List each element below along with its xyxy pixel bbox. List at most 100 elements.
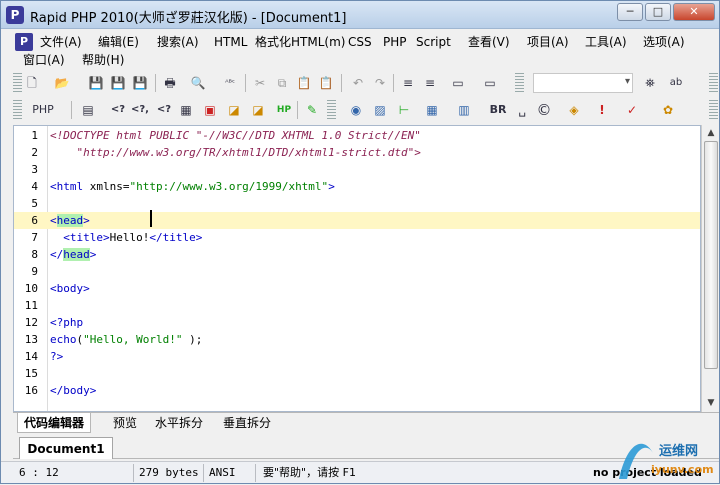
code-line[interactable]: 13 echo("Hello, World!" ); — [14, 331, 700, 348]
spellcheck-icon[interactable]: ᴬᴮᶜ — [221, 74, 239, 92]
code-line[interactable]: 8 </head> — [14, 246, 700, 263]
menu-format-html[interactable]: 格式化HTML(m) — [255, 33, 345, 51]
code-text: </head> — [50, 246, 96, 263]
hp-icon[interactable]: HP — [275, 101, 293, 119]
line-number: 6 — [31, 214, 38, 227]
php-tag-icon[interactable]: <?= — [155, 101, 173, 133]
tab-preview[interactable]: 预览 — [107, 413, 143, 433]
indent-icon[interactable]: ≡ — [399, 74, 417, 92]
image-tag-icon[interactable]: ▣ — [201, 101, 219, 119]
undo-icon[interactable]: ↶ — [349, 74, 367, 92]
preview-icon[interactable]: 🔍 — [189, 74, 207, 92]
minimize-button[interactable]: ─ — [617, 3, 643, 21]
close-button[interactable]: ✕ — [673, 3, 715, 21]
cut-icon[interactable]: ✂ — [251, 74, 269, 92]
code-line[interactable]: 1 <!DOCTYPE html PUBLIC "-//W3C//DTD XHTM… — [14, 127, 700, 144]
title-bar[interactable]: P Rapid PHP 2010(大师ざ罗莊汉化版) - [Document1]… — [1, 1, 719, 29]
short-echo-icon[interactable]: <?, — [131, 101, 149, 119]
redo-icon[interactable]: ↷ — [371, 74, 389, 92]
echo-tag-icon[interactable]: <? — [109, 101, 127, 119]
save-all-icon[interactable]: 💾 — [109, 74, 127, 92]
menu-view[interactable]: 查看(V) — [468, 33, 510, 51]
code-line[interactable]: 10 <body> — [14, 280, 700, 297]
menu-help[interactable]: 帮助(H) — [82, 51, 124, 69]
link-icon[interactable]: ◪ — [225, 101, 243, 119]
code-line[interactable]: 14 ?> — [14, 348, 700, 365]
menu-html[interactable]: HTML — [214, 33, 247, 51]
validate-icon[interactable]: ✎ — [303, 101, 321, 119]
menu-css[interactable]: CSS — [348, 33, 372, 51]
tab-code-editor[interactable]: 代码编辑器 — [17, 413, 92, 433]
save-as-icon[interactable]: 💾 — [131, 74, 149, 92]
scroll-up-icon[interactable]: ▲ — [705, 127, 717, 139]
menu-script[interactable]: Script — [416, 33, 451, 51]
scroll-down-icon[interactable]: ▼ — [705, 397, 717, 409]
binoculars-icon[interactable]: ⛯ — [641, 74, 659, 92]
toolbar-grip[interactable] — [327, 100, 336, 120]
alert-icon[interactable]: ! — [593, 101, 611, 119]
menu-search[interactable]: 搜索(A) — [157, 33, 199, 51]
code-line[interactable]: 11 — [14, 297, 700, 314]
print-icon[interactable]: 🖶 — [161, 74, 179, 92]
paint-icon[interactable]: ✿ — [659, 101, 677, 119]
tab-vertical-split[interactable]: 垂直拆分 — [217, 413, 277, 433]
code-line[interactable]: 3 — [14, 161, 700, 178]
layout-icon[interactable]: ▭ — [481, 74, 499, 92]
outdent-icon[interactable]: ≡ — [421, 74, 439, 92]
code-line[interactable]: 15 — [14, 365, 700, 382]
code-line[interactable]: 6 <head> — [14, 212, 700, 229]
vertical-scrollbar[interactable]: ▲ ▼ — [701, 125, 719, 412]
code-editor[interactable]: 1 <!DOCTYPE html PUBLIC "-//W3C//DTD XHTM… — [13, 125, 701, 412]
search-combo[interactable] — [533, 73, 633, 93]
open-folder-icon[interactable]: 📂 — [53, 74, 71, 92]
grid-icon[interactable]: ▦ — [423, 101, 441, 119]
clipboard-icon[interactable]: 📋 — [317, 74, 335, 92]
menu-php[interactable]: PHP — [383, 33, 407, 51]
code-line[interactable]: 16 </body> — [14, 382, 700, 399]
code-line[interactable]: 7 <title>Hello!</title> — [14, 229, 700, 246]
tab-document1[interactable]: Document1 — [19, 437, 113, 459]
code-line[interactable]: 4 <html xmlns="http://www.w3.org/1999/xht… — [14, 178, 700, 195]
scroll-thumb[interactable] — [704, 141, 718, 369]
code-line[interactable]: 9 — [14, 263, 700, 280]
code-line[interactable]: 5 — [14, 195, 700, 212]
menu-edit[interactable]: 编辑(E) — [98, 33, 139, 51]
menu-window[interactable]: 窗口(A) — [23, 51, 65, 69]
toolbar-grip[interactable] — [709, 100, 718, 120]
frame-icon[interactable]: ▥ — [455, 101, 473, 119]
code-line[interactable]: 12 <?php — [14, 314, 700, 331]
paste-icon[interactable]: 📋 — [295, 74, 313, 92]
new-file-icon[interactable]: 🗋 — [23, 74, 41, 92]
br-icon[interactable]: BR — [489, 101, 507, 119]
document-menu-icon[interactable]: P — [15, 33, 33, 51]
line-number: 4 — [31, 180, 38, 193]
tab-horizontal-split[interactable]: 水平拆分 — [149, 413, 209, 433]
copyright-icon[interactable]: © — [535, 101, 553, 119]
nbsp-icon[interactable]: ␣ — [513, 101, 531, 119]
menu-tools[interactable]: 工具(A) — [585, 33, 627, 51]
copy-icon[interactable]: ⧉ — [273, 74, 291, 92]
code-line[interactable]: 2 "http://www.w3.org/TR/xhtml1/DTD/xhtml… — [14, 144, 700, 161]
toolbar-grip[interactable] — [515, 73, 524, 93]
php-dropdown-button[interactable]: PHP — [23, 101, 63, 119]
anchor-icon[interactable]: ◪ — [249, 101, 267, 119]
tree-icon[interactable]: ⊢ — [395, 101, 413, 119]
menu-project[interactable]: 项目(A) — [527, 33, 569, 51]
toolbar-grip[interactable] — [709, 73, 718, 93]
toolbar-grip[interactable] — [13, 100, 22, 120]
menu-options[interactable]: 选项(A) — [643, 33, 685, 51]
globe-icon[interactable]: ◉ — [347, 101, 365, 119]
replace-icon[interactable]: ab — [667, 74, 685, 92]
table-icon[interactable]: ▦ — [177, 101, 195, 119]
form-icon[interactable]: ▤ — [79, 101, 97, 119]
image-icon[interactable]: ▨ — [371, 101, 389, 119]
app-logo-icon[interactable]: P — [6, 6, 24, 24]
save-icon[interactable]: 💾 — [87, 74, 105, 92]
menu-file[interactable]: 文件(A) — [40, 33, 82, 51]
tools-icon[interactable]: ◈ — [565, 101, 583, 119]
brush-icon[interactable]: ✓ — [623, 101, 641, 119]
maximize-button[interactable]: □ — [645, 3, 671, 21]
code-token: </title> — [149, 231, 203, 244]
window-icon[interactable]: ▭ — [449, 74, 467, 92]
toolbar-grip[interactable] — [13, 73, 22, 93]
